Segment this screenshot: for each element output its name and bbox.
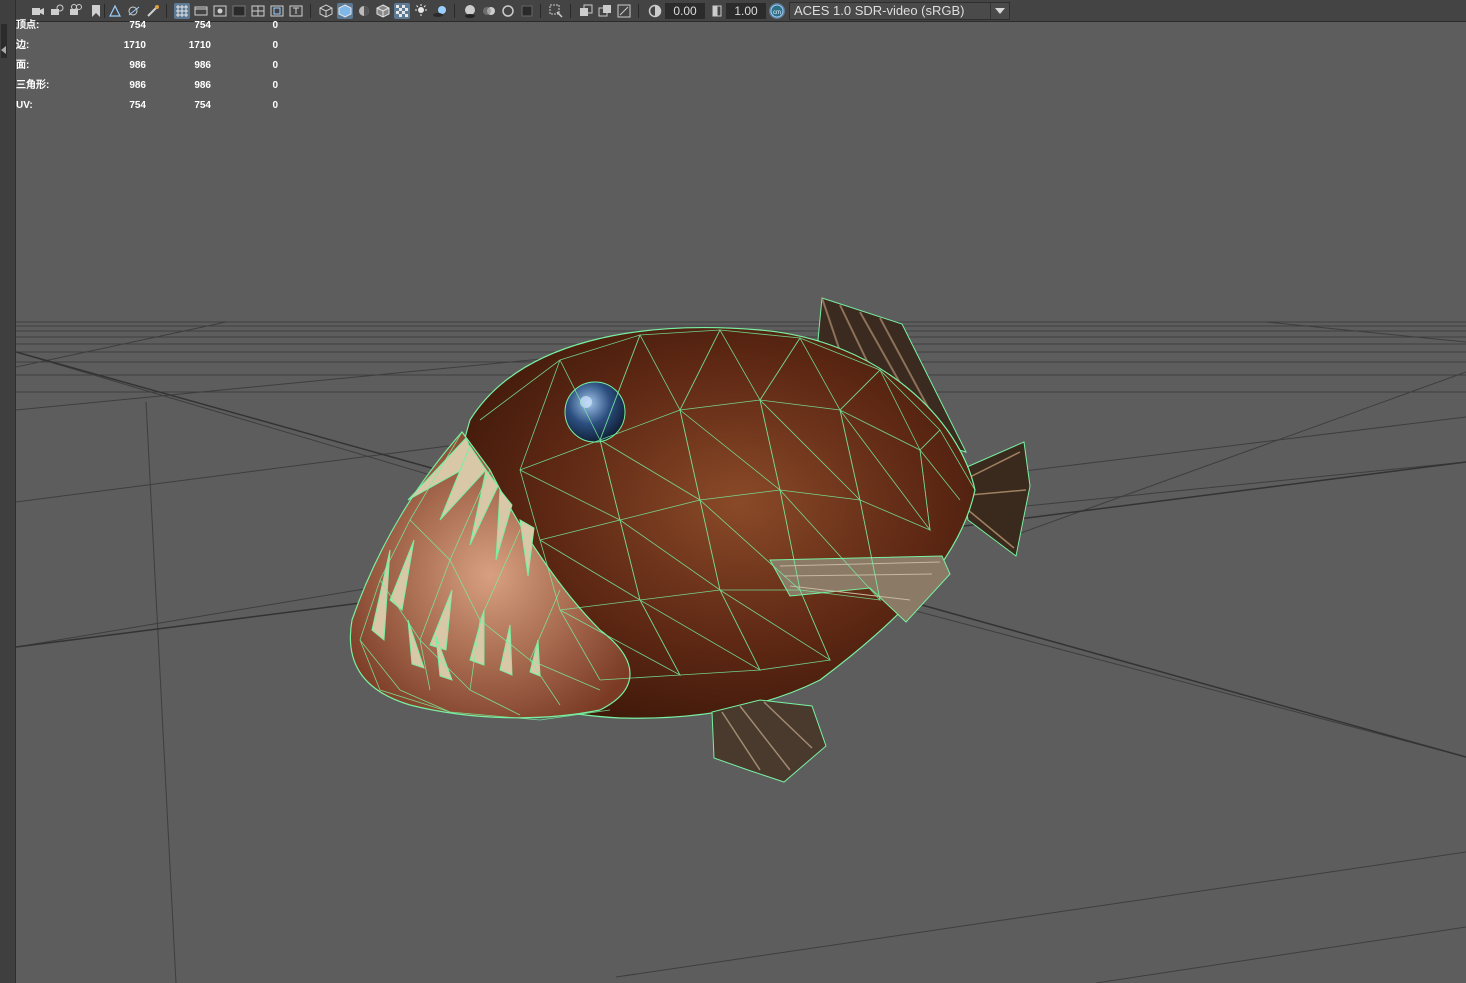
wireframe-icon[interactable] [318, 3, 334, 19]
multisample-aa-icon[interactable] [500, 3, 516, 19]
svg-text:cm: cm [773, 10, 781, 16]
bookmark-icon[interactable] [88, 3, 104, 19]
camera-icon[interactable] [30, 3, 46, 19]
color-space-dropdown[interactable]: ACES 1.0 SDR-video (sRGB) [789, 2, 1010, 20]
default-material-icon[interactable] [356, 3, 372, 19]
anglerfish-model [349, 297, 1031, 783]
exposure-field[interactable]: 0.00 [665, 3, 705, 19]
image-plane-icon[interactable] [107, 3, 123, 19]
gamma-icon[interactable] [709, 3, 725, 19]
hud-row-vertices: 顶点: 754 754 0 [16, 20, 278, 31]
film-gate-icon[interactable] [193, 3, 209, 19]
screen-space-ao-icon[interactable] [462, 3, 478, 19]
hud-row-faces: 面: 986 986 0 [16, 60, 278, 71]
exposure-icon[interactable] [647, 3, 663, 19]
motion-blur-icon[interactable] [481, 3, 497, 19]
chevron-down-icon[interactable] [990, 3, 1009, 19]
camera-attributes-icon[interactable] [49, 3, 65, 19]
field-chart-icon[interactable] [250, 3, 266, 19]
xray-active-icon[interactable] [597, 3, 613, 19]
gamma-field[interactable]: 1.00 [726, 3, 766, 19]
depth-of-field-icon[interactable] [519, 3, 535, 19]
color-management-icon[interactable]: cm [769, 3, 785, 19]
xray-icon[interactable] [394, 3, 410, 19]
scene-canvas[interactable] [16, 22, 1466, 983]
shadows-icon[interactable] [432, 3, 448, 19]
isolate-select-icon[interactable] [548, 3, 564, 19]
grid-icon[interactable] [174, 3, 190, 19]
left-panel-edge [0, 0, 16, 983]
hud-row-uvs: UV: 754 754 0 [16, 100, 278, 111]
use-all-lights-icon[interactable] [413, 3, 429, 19]
3d-viewport[interactable] [16, 22, 1466, 983]
gate-mask-icon[interactable] [231, 3, 247, 19]
backface-cull-icon[interactable] [616, 3, 632, 19]
camera-icon[interactable] [68, 3, 84, 19]
safe-title-icon[interactable] [288, 3, 304, 19]
wireframe-on-shaded-icon[interactable] [375, 3, 391, 19]
hud-row-triangles: 三角形: 986 986 0 [16, 80, 278, 91]
hud-row-edges: 边: 1710 1710 0 [16, 40, 278, 51]
camera-icon[interactable] [145, 3, 161, 19]
xray-joints-icon[interactable] [578, 3, 594, 19]
resolution-gate-icon[interactable] [212, 3, 228, 19]
smooth-shade-icon[interactable] [337, 3, 353, 19]
collapse-arrow-icon[interactable] [0, 24, 16, 84]
camera-icon[interactable] [126, 3, 142, 19]
safe-action-icon[interactable] [269, 3, 285, 19]
color-space-label: ACES 1.0 SDR-video (sRGB) [794, 3, 965, 18]
